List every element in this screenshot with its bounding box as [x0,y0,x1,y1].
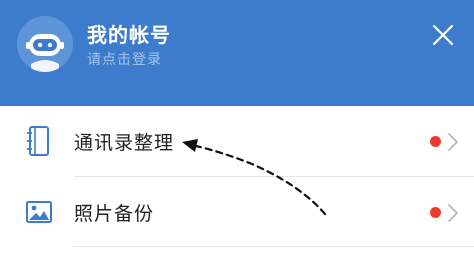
menu-item-label: 通讯录整理 [74,132,175,154]
menu-divider [74,246,474,247]
account-header[interactable]: 我的帐号 请点击登录 [0,0,474,106]
account-title: 我的帐号 [87,23,171,47]
chevron-right-icon [447,203,459,223]
menu-item-contacts[interactable]: 通讯录整理 [0,106,474,176]
menu-item-photo-backup[interactable]: 照片备份 [0,177,474,247]
login-prompt[interactable]: 请点击登录 [87,49,162,69]
account-menu-screen: 我的帐号 请点击登录 通讯录整理 照片备份 [0,0,474,256]
robot-avatar-icon[interactable] [17,16,73,72]
notification-dot [430,207,441,218]
photo-icon [24,196,54,228]
contacts-book-icon [24,125,54,157]
menu-item-label: 照片备份 [74,203,155,225]
chevron-right-icon [447,132,459,152]
close-icon[interactable] [424,16,462,54]
notification-dot [430,136,441,147]
